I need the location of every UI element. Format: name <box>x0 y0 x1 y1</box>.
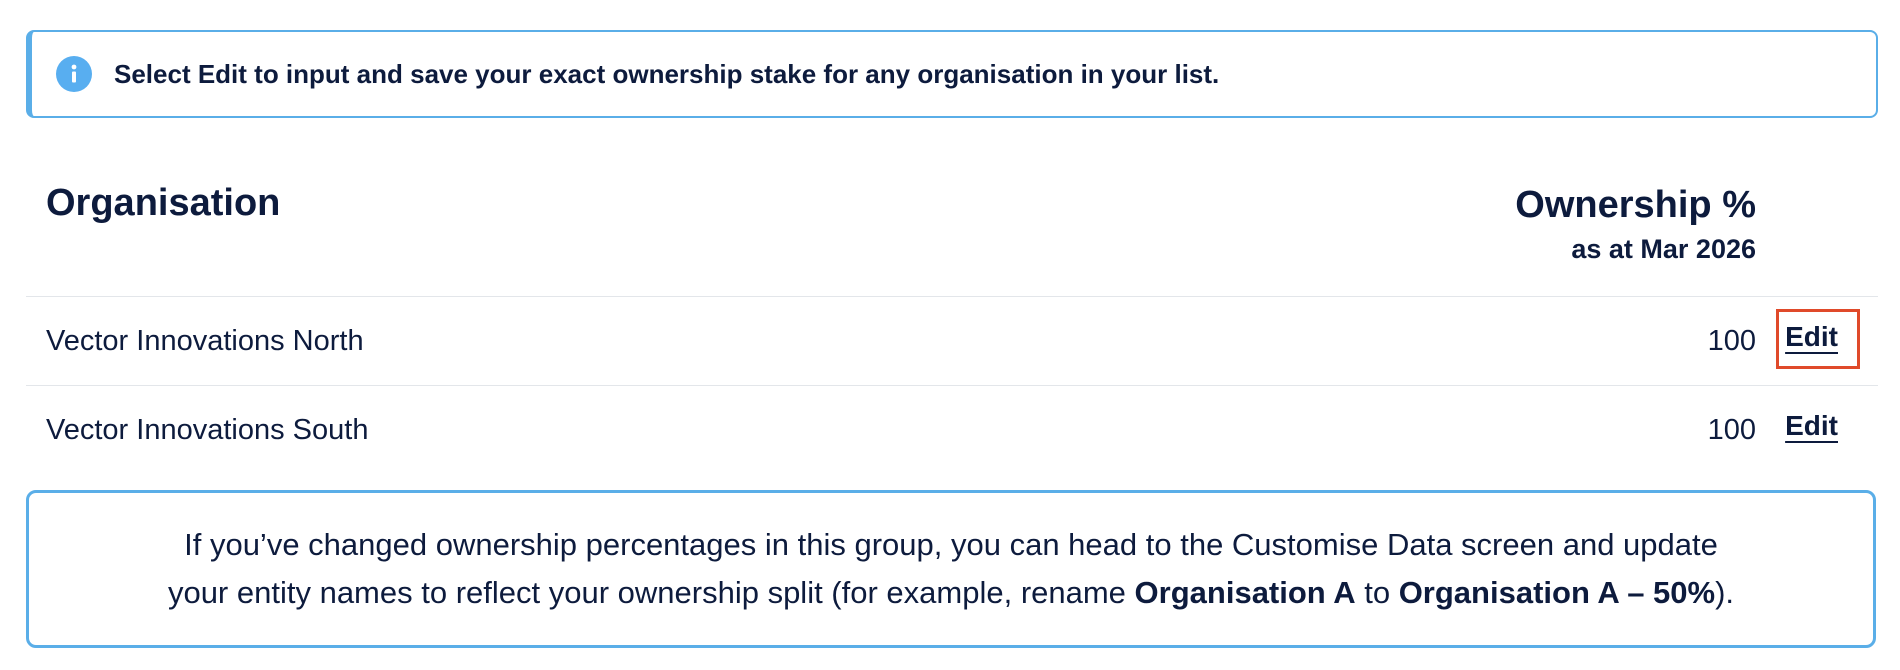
note-example-to: Organisation A – 50% <box>1398 575 1716 610</box>
note-line-2-suffix: ). <box>1715 575 1735 610</box>
ownership-column-title: Ownership % <box>1515 184 1756 226</box>
ownership-value: 100 <box>1707 325 1756 357</box>
organisation-name: Vector Innovations North <box>46 325 364 357</box>
note-line-1: If you’ve changed ownership percentages … <box>184 527 1718 562</box>
ownership-column-header: Ownership % as at Mar 2026 <box>1515 182 1756 265</box>
page: Select Edit to input and save your exact… <box>0 0 1900 670</box>
info-banner-text: Select Edit to input and save your exact… <box>114 58 1220 89</box>
edit-button-south[interactable]: Edit <box>1785 410 1838 442</box>
info-banner: Select Edit to input and save your exact… <box>26 30 1878 118</box>
ownership-table: Organisation Ownership % as at Mar 2026 … <box>26 150 1878 474</box>
edit-button-north[interactable]: Edit <box>1785 321 1838 353</box>
table-row: Vector Innovations North 100 Edit <box>26 297 1878 386</box>
ownership-value: 100 <box>1707 414 1756 446</box>
ownership-column-date: as at Mar 2026 <box>1571 234 1756 264</box>
note-example-from: Organisation A <box>1134 575 1356 610</box>
ownership-note-text: If you’ve changed ownership percentages … <box>168 521 1734 617</box>
table-row: Vector Innovations South 100 Edit <box>26 386 1878 474</box>
ownership-note-box: If you’ve changed ownership percentages … <box>26 490 1876 648</box>
info-icon <box>56 56 92 92</box>
note-line-2-prefix: your entity names to reflect your owners… <box>167 575 1135 610</box>
organisation-column-header: Organisation <box>46 182 281 224</box>
note-connector: to <box>1355 575 1399 610</box>
table-header: Organisation Ownership % as at Mar 2026 <box>26 150 1878 297</box>
organisation-name: Vector Innovations South <box>46 414 369 446</box>
